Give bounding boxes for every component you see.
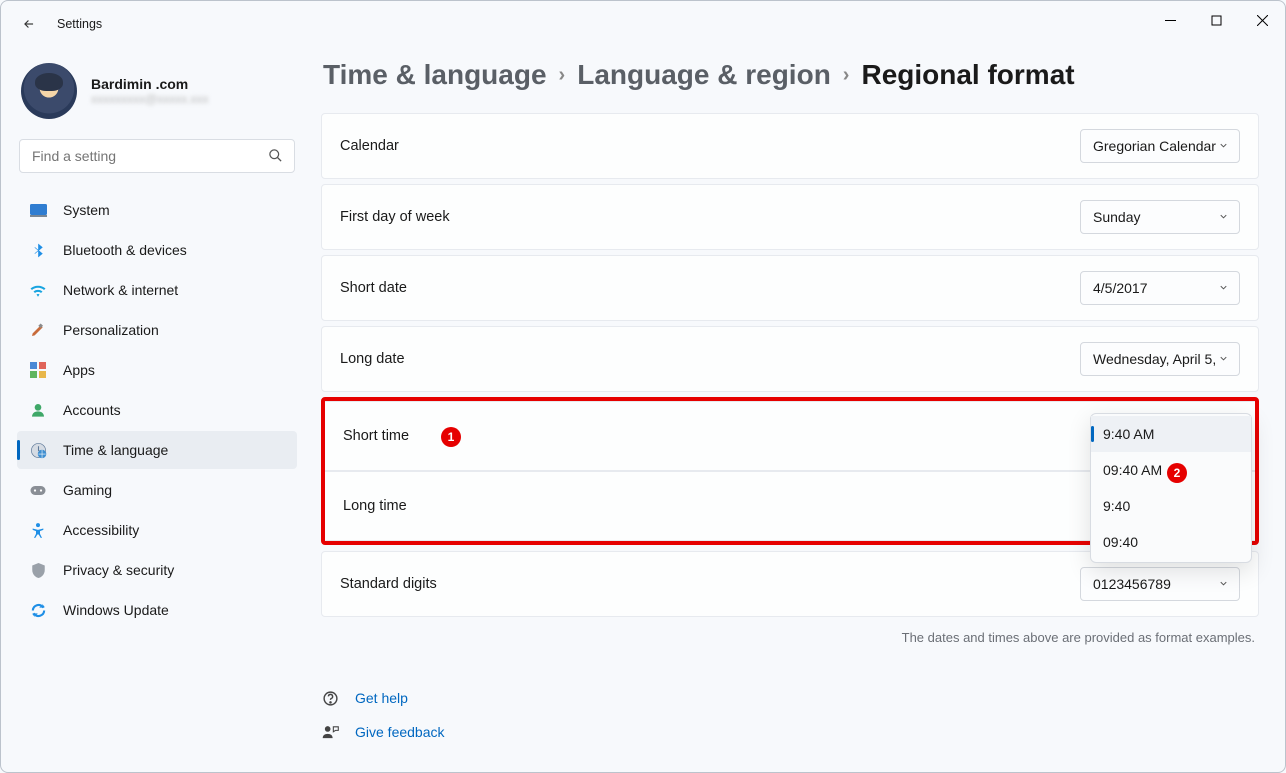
maximize-button[interactable]	[1193, 1, 1239, 39]
give-feedback-link[interactable]: Give feedback	[355, 724, 445, 740]
nav-label: Windows Update	[63, 602, 169, 618]
chevron-down-icon	[1218, 351, 1229, 367]
nav-label: Bluetooth & devices	[63, 242, 187, 258]
nav-item-personalization[interactable]: Personalization	[17, 311, 297, 349]
nav-item-update[interactable]: Windows Update	[17, 591, 297, 629]
nav-item-privacy[interactable]: Privacy & security	[17, 551, 297, 589]
nav-list: System Bluetooth & devices Network & int…	[17, 191, 297, 629]
profile-name: Bardimin .com	[91, 76, 209, 92]
avatar	[21, 63, 77, 119]
dropdown-option[interactable]: 9:40 AM	[1091, 416, 1251, 452]
bluetooth-icon	[29, 241, 47, 259]
nav-label: Privacy & security	[63, 562, 174, 578]
brush-icon	[29, 321, 47, 339]
search-container	[19, 139, 295, 173]
main-content: Time & language › Language & region › Re…	[311, 47, 1285, 772]
select-value: Gregorian Calendar	[1093, 138, 1216, 154]
longdate-select[interactable]: Wednesday, April 5,	[1080, 342, 1240, 376]
nav-label: Gaming	[63, 482, 112, 498]
shield-icon	[29, 561, 47, 579]
setting-label: Standard digits	[340, 576, 437, 592]
nav-label: Accounts	[63, 402, 121, 418]
get-help-link[interactable]: Get help	[355, 690, 408, 706]
feedback-row: Give feedback	[321, 715, 1259, 749]
nav-label: Apps	[63, 362, 95, 378]
nav-item-apps[interactable]: Apps	[17, 351, 297, 389]
apps-icon	[29, 361, 47, 379]
profile-block[interactable]: Bardimin .com xxxxxxxxx@xxxxx.xxx	[17, 57, 297, 135]
help-icon	[321, 689, 339, 707]
close-button[interactable]	[1239, 1, 1285, 39]
nav-label: Time & language	[63, 442, 168, 458]
breadcrumb-time-language[interactable]: Time & language	[323, 59, 547, 91]
update-icon	[29, 601, 47, 619]
system-icon	[29, 201, 47, 219]
dropdown-option[interactable]: 09:40	[1091, 524, 1251, 560]
select-value: Sunday	[1093, 209, 1140, 225]
calendar-select[interactable]: Gregorian Calendar	[1080, 129, 1240, 163]
nav-item-system[interactable]: System	[17, 191, 297, 229]
highlighted-group: 1 2 Short time Long time 9:40 AM 09:40 A…	[321, 397, 1259, 545]
setting-short-date: Short date 4/5/2017	[321, 255, 1259, 321]
nav-label: System	[63, 202, 110, 218]
sidebar: Bardimin .com xxxxxxxxx@xxxxx.xxx System…	[1, 47, 311, 772]
breadcrumb-current: Regional format	[861, 59, 1074, 91]
chevron-down-icon	[1218, 280, 1229, 296]
setting-label: First day of week	[340, 209, 450, 225]
help-section: Get help Give feedback	[321, 673, 1259, 749]
select-value: Wednesday, April 5,	[1093, 351, 1216, 367]
select-value: 4/5/2017	[1093, 280, 1148, 296]
annotation-badge-1: 1	[441, 427, 461, 447]
get-help-row: Get help	[321, 681, 1259, 715]
short-time-dropdown: 9:40 AM 09:40 AM 9:40 09:40	[1090, 413, 1252, 563]
setting-label: Short date	[340, 280, 407, 296]
nav-label: Network & internet	[63, 282, 178, 298]
setting-label: Long time	[343, 498, 407, 514]
select-value: 0123456789	[1093, 576, 1171, 592]
nav-item-accessibility[interactable]: Accessibility	[17, 511, 297, 549]
chevron-down-icon	[1218, 576, 1229, 592]
clock-globe-icon	[29, 441, 47, 459]
setting-label: Short time	[343, 428, 409, 444]
nav-item-accounts[interactable]: Accounts	[17, 391, 297, 429]
dropdown-option[interactable]: 9:40	[1091, 488, 1251, 524]
breadcrumb-language-region[interactable]: Language & region	[577, 59, 831, 91]
firstday-select[interactable]: Sunday	[1080, 200, 1240, 234]
nav-item-gaming[interactable]: Gaming	[17, 471, 297, 509]
accessibility-icon	[29, 521, 47, 539]
digits-select[interactable]: 0123456789	[1080, 567, 1240, 601]
feedback-icon	[321, 723, 339, 741]
person-icon	[29, 401, 47, 419]
breadcrumb: Time & language › Language & region › Re…	[321, 55, 1259, 113]
minimize-button[interactable]	[1147, 1, 1193, 39]
annotation-badge-2: 2	[1167, 463, 1187, 483]
setting-calendar: Calendar Gregorian Calendar	[321, 113, 1259, 179]
chevron-right-icon: ›	[843, 64, 850, 87]
nav-label: Personalization	[63, 322, 159, 338]
chevron-right-icon: ›	[559, 64, 566, 87]
nav-item-network[interactable]: Network & internet	[17, 271, 297, 309]
setting-label: Calendar	[340, 138, 399, 154]
chevron-down-icon	[1218, 209, 1229, 225]
nav-item-time-language[interactable]: Time & language	[17, 431, 297, 469]
profile-email: xxxxxxxxx@xxxxx.xxx	[91, 92, 209, 106]
window-controls	[1147, 1, 1285, 39]
wifi-icon	[29, 281, 47, 299]
titlebar: Settings	[1, 1, 1285, 47]
format-note: The dates and times above are provided a…	[321, 622, 1259, 673]
chevron-down-icon	[1218, 138, 1229, 154]
gamepad-icon	[29, 481, 47, 499]
back-button[interactable]	[21, 16, 37, 32]
shortdate-select[interactable]: 4/5/2017	[1080, 271, 1240, 305]
setting-first-day: First day of week Sunday	[321, 184, 1259, 250]
nav-label: Accessibility	[63, 522, 139, 538]
search-input[interactable]	[19, 139, 295, 173]
window-title: Settings	[57, 17, 102, 31]
nav-item-bluetooth[interactable]: Bluetooth & devices	[17, 231, 297, 269]
setting-label: Long date	[340, 351, 405, 367]
setting-long-date: Long date Wednesday, April 5,	[321, 326, 1259, 392]
